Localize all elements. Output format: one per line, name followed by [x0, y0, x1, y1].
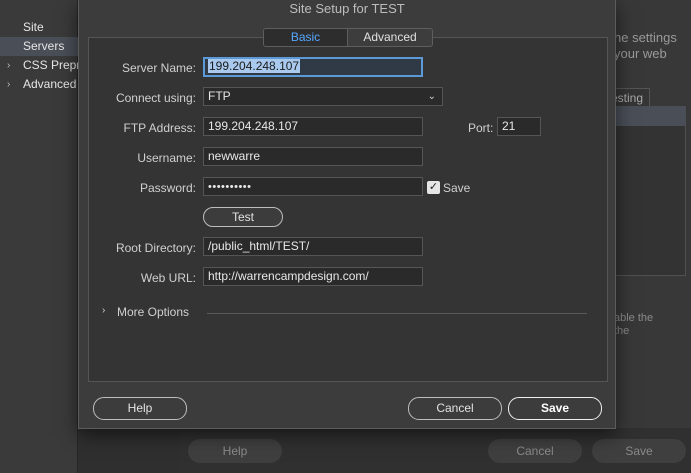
- chevron-right-icon: ›: [102, 305, 106, 316]
- server-name-input[interactable]: 199.204.248.107: [203, 57, 423, 77]
- background-description-line-1: he settings: [614, 30, 677, 45]
- checkmark-icon: ✓: [428, 181, 439, 193]
- ftp-address-label: FTP Address:: [123, 121, 196, 135]
- username-input[interactable]: newwarre: [203, 147, 423, 166]
- background-selected-server-row: [606, 106, 686, 126]
- save-button[interactable]: Save: [508, 397, 602, 420]
- save-password-checkbox[interactable]: ✓: [427, 181, 440, 194]
- tab-bar: Basic Advanced: [263, 28, 433, 47]
- background-hint-line-1: able the: [614, 312, 654, 324]
- help-button[interactable]: Help: [93, 397, 187, 420]
- background-help-button[interactable]: Help: [188, 439, 282, 463]
- tab-advanced[interactable]: Advanced: [348, 29, 432, 46]
- test-button[interactable]: Test: [203, 207, 283, 227]
- cancel-button[interactable]: Cancel: [408, 397, 502, 420]
- more-options-divider: [207, 313, 587, 314]
- web-url-input[interactable]: http://warrencampdesign.com/: [203, 267, 423, 286]
- background-server-list: [606, 126, 686, 276]
- sidebar-item-advanced[interactable]: › Advanced: [0, 75, 78, 94]
- background-description-line-2: your web: [614, 46, 667, 61]
- username-label: Username:: [137, 151, 196, 165]
- root-directory-input[interactable]: /public_html/TEST/: [203, 237, 423, 256]
- save-password-label: Save: [443, 181, 471, 195]
- port-input[interactable]: 21: [497, 117, 541, 136]
- connect-using-select[interactable]: FTP ⌄: [203, 87, 443, 106]
- web-url-label: Web URL:: [140, 271, 196, 285]
- port-label: Port:: [468, 121, 494, 135]
- sidebar-item-css-preprocessors[interactable]: › CSS Prepro: [0, 56, 78, 75]
- sidebar-item-site[interactable]: Site: [0, 18, 78, 37]
- chevron-down-icon: ⌄: [427, 91, 436, 102]
- site-setup-dialog: Site Setup for TEST Basic Advanced Serve…: [78, 0, 616, 429]
- chevron-right-icon[interactable]: ›: [7, 75, 10, 94]
- tab-basic[interactable]: Basic: [264, 29, 348, 46]
- password-label: Password:: [139, 181, 196, 195]
- connect-using-label: Connect using:: [115, 91, 196, 105]
- server-name-label: Server Name:: [121, 61, 196, 75]
- password-input[interactable]: ••••••••••: [203, 177, 423, 196]
- background-save-button[interactable]: Save: [592, 439, 686, 463]
- root-directory-label: Root Directory:: [115, 241, 196, 255]
- chevron-right-icon[interactable]: ›: [7, 56, 10, 75]
- background-cancel-button[interactable]: Cancel: [488, 439, 582, 463]
- sidebar-item-servers[interactable]: Servers: [0, 37, 78, 56]
- ftp-address-input[interactable]: 199.204.248.107: [203, 117, 423, 136]
- background-sidebar: Site Servers › CSS Prepro › Advanced: [0, 0, 78, 473]
- dialog-title: Site Setup for TEST: [289, 1, 405, 16]
- background-hint-line-2: the: [614, 325, 630, 337]
